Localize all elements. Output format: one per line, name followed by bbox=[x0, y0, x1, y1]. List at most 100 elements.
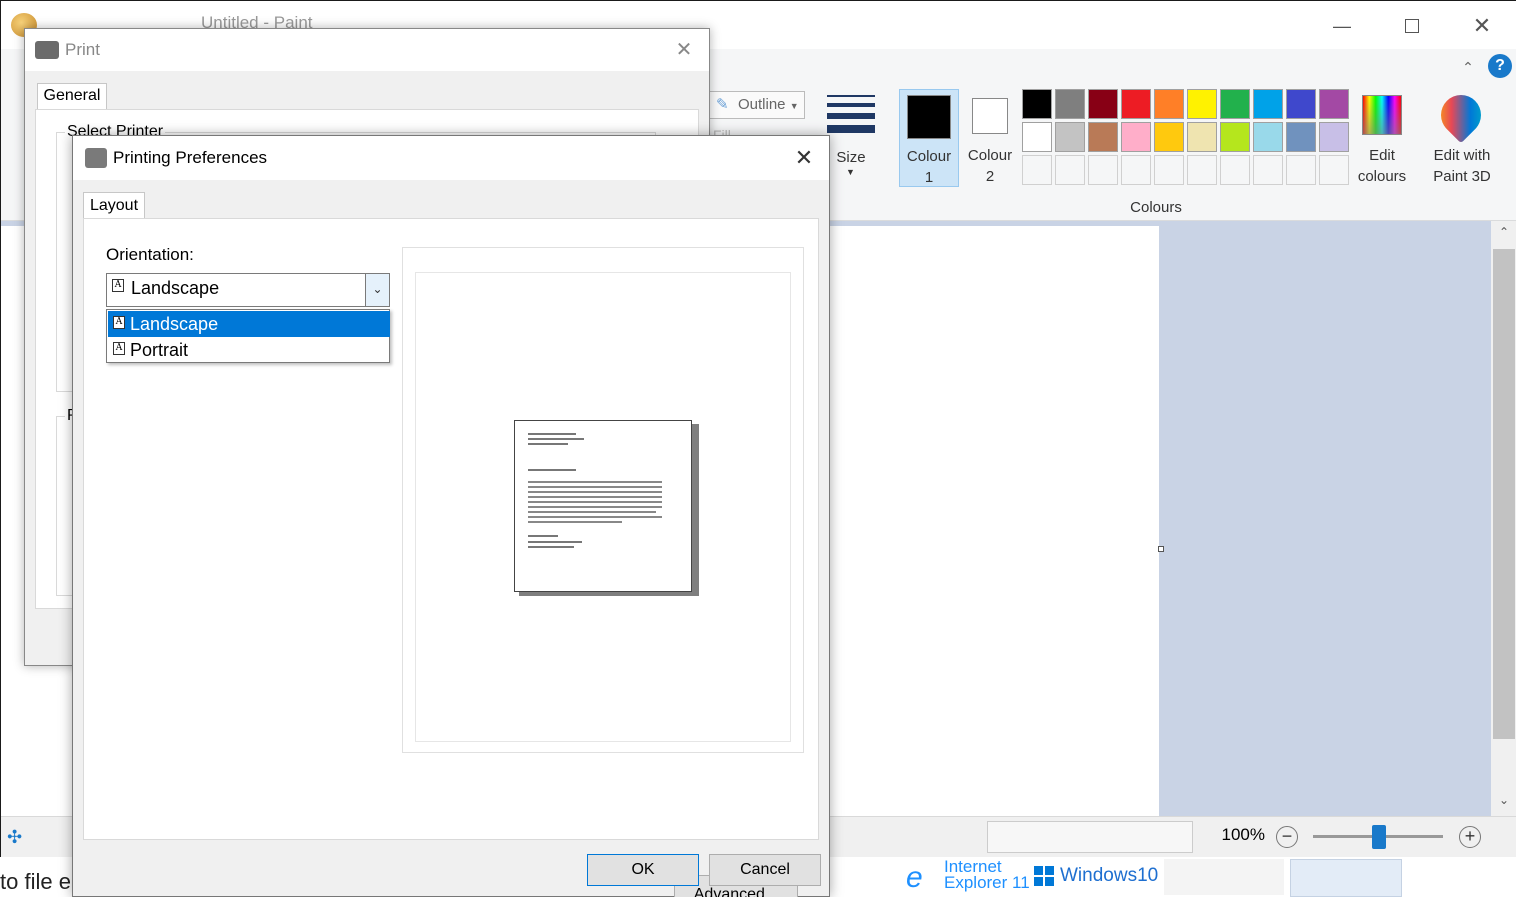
custom-colour-slot[interactable] bbox=[1253, 155, 1283, 185]
prefs-close-button[interactable]: ✕ bbox=[779, 138, 829, 178]
tab-general[interactable]: General bbox=[37, 83, 107, 109]
help-button[interactable]: ? bbox=[1488, 54, 1512, 78]
colour1-swatch bbox=[907, 95, 951, 139]
palette-swatch[interactable] bbox=[1286, 122, 1316, 152]
size-label: Size bbox=[836, 149, 866, 166]
preview-text-line bbox=[528, 501, 662, 503]
custom-colour-slot[interactable] bbox=[1121, 155, 1151, 185]
print-dialog-title: Print bbox=[65, 40, 100, 59]
size-line-1 bbox=[827, 95, 875, 97]
ok-button[interactable]: OK bbox=[587, 854, 699, 886]
canvas-resize-handle[interactable] bbox=[1158, 546, 1164, 552]
palette-swatch[interactable] bbox=[1088, 122, 1118, 152]
palette-swatch[interactable] bbox=[1022, 89, 1052, 119]
custom-colour-slot[interactable] bbox=[1220, 155, 1250, 185]
scroll-down-button[interactable]: ⌄ bbox=[1495, 793, 1513, 811]
maximize-button[interactable] bbox=[1377, 5, 1447, 47]
outline-label: Outline bbox=[738, 96, 786, 113]
colour1-button[interactable]: Colour 1 bbox=[899, 89, 959, 187]
palette-swatch[interactable] bbox=[1022, 122, 1052, 152]
outline-pencil-icon: ✎ bbox=[716, 96, 729, 113]
palette-swatch[interactable] bbox=[1088, 89, 1118, 119]
custom-colour-slot[interactable] bbox=[1319, 155, 1349, 185]
ie-label-line2: Explorer 11 bbox=[944, 873, 1030, 892]
palette-swatch[interactable] bbox=[1121, 89, 1151, 119]
scroll-up-button[interactable]: ⌃ bbox=[1495, 225, 1513, 243]
preview-text-line bbox=[528, 486, 662, 488]
zoom-slider-thumb[interactable] bbox=[1372, 825, 1386, 849]
vertical-scrollbar[interactable]: ⌃ ⌄ bbox=[1491, 221, 1516, 816]
tab-layout[interactable]: Layout bbox=[83, 192, 145, 219]
layout-preview-frame bbox=[402, 247, 804, 753]
preview-text-line bbox=[528, 511, 656, 513]
move-icon: ✣ bbox=[7, 827, 23, 847]
palette-swatch[interactable] bbox=[1253, 89, 1283, 119]
page-orientation-icon: A bbox=[113, 316, 125, 329]
edit-colours-label: Edit colours bbox=[1357, 147, 1407, 185]
palette-swatch[interactable] bbox=[1121, 122, 1151, 152]
preview-text-line bbox=[528, 506, 662, 508]
colour-palette bbox=[1022, 89, 1352, 189]
custom-colour-slot[interactable] bbox=[1088, 155, 1118, 185]
palette-swatch[interactable] bbox=[1187, 89, 1217, 119]
custom-colour-slot[interactable] bbox=[1286, 155, 1316, 185]
printer-icon bbox=[35, 41, 59, 59]
wallpaper-area: e Internet Explorer 11 Windows10 bbox=[876, 857, 1162, 897]
custom-colour-slot[interactable] bbox=[1187, 155, 1217, 185]
zoom-in-button[interactable]: + bbox=[1459, 826, 1481, 848]
zoom-out-button[interactable]: − bbox=[1276, 826, 1298, 848]
orientation-option-portrait[interactable]: A Portrait bbox=[108, 337, 390, 363]
palette-swatch[interactable] bbox=[1187, 122, 1217, 152]
help-icon: ? bbox=[1495, 57, 1505, 74]
palette-swatch[interactable] bbox=[1154, 122, 1184, 152]
palette-swatch[interactable] bbox=[1220, 89, 1250, 119]
custom-colour-slot[interactable] bbox=[1055, 155, 1085, 185]
chevron-down-icon: ⌄ bbox=[1498, 793, 1510, 807]
colours-group-label: Colours bbox=[1130, 199, 1182, 216]
close-button[interactable]: ✕ bbox=[1447, 5, 1516, 47]
windows10-label: Windows10 bbox=[1060, 865, 1159, 886]
colour2-swatch bbox=[972, 98, 1008, 134]
outline-dropdown[interactable]: ✎ Outline ▼ bbox=[707, 91, 805, 119]
printer-icon bbox=[85, 148, 107, 168]
palette-swatch[interactable] bbox=[1055, 122, 1085, 152]
palette-swatch[interactable] bbox=[1319, 122, 1349, 152]
orientation-select[interactable]: A Landscape ⌄ bbox=[106, 273, 390, 307]
palette-swatch[interactable] bbox=[1220, 122, 1250, 152]
scrollbar-thumb[interactable] bbox=[1493, 249, 1515, 739]
colour2-button[interactable]: Colour 2 bbox=[961, 89, 1019, 187]
orientation-option-label: Portrait bbox=[130, 340, 189, 360]
prefs-dialog-title: Printing Preferences bbox=[113, 148, 268, 167]
plus-icon: + bbox=[1464, 826, 1476, 846]
print-titlebar: Print ✕ bbox=[25, 29, 709, 71]
preview-text-line bbox=[528, 491, 662, 493]
minimize-icon: — bbox=[1333, 15, 1351, 36]
print-close-button[interactable]: ✕ bbox=[659, 31, 709, 69]
cancel-button[interactable]: Cancel bbox=[709, 854, 821, 886]
custom-colour-slot[interactable] bbox=[1154, 155, 1184, 185]
status-field bbox=[987, 821, 1193, 853]
size-line-4 bbox=[827, 125, 875, 133]
minimize-button[interactable]: — bbox=[1307, 5, 1377, 47]
orientation-option-landscape[interactable]: A Landscape bbox=[108, 311, 390, 337]
dropdown-chevron-icon[interactable]: ⌄ bbox=[365, 274, 389, 306]
size-button[interactable]: Size ▼ bbox=[821, 89, 881, 185]
palette-swatch[interactable] bbox=[1319, 89, 1349, 119]
palette-swatch[interactable] bbox=[1055, 89, 1085, 119]
edit-colours-button[interactable]: Edit colours bbox=[1353, 89, 1411, 187]
palette-swatch[interactable] bbox=[1154, 89, 1184, 119]
zoom-level: 100% bbox=[1221, 825, 1265, 844]
chevron-down-icon: ▼ bbox=[789, 101, 799, 111]
preview-text-line bbox=[528, 546, 574, 548]
preview-page bbox=[514, 420, 692, 592]
prefs-titlebar: Printing Preferences ✕ bbox=[73, 136, 829, 180]
custom-colour-slot[interactable] bbox=[1022, 155, 1052, 185]
preview-text-line bbox=[528, 541, 582, 543]
palette-swatch[interactable] bbox=[1253, 122, 1283, 152]
preview-text-line bbox=[528, 469, 576, 471]
collapse-ribbon-button[interactable]: ⌃ bbox=[1453, 53, 1483, 81]
maximize-icon bbox=[1405, 19, 1419, 33]
palette-swatch[interactable] bbox=[1286, 89, 1316, 119]
edit-with-paint3d-button[interactable]: Edit with Paint 3D bbox=[1427, 86, 1497, 187]
preview-text-line bbox=[528, 516, 662, 518]
